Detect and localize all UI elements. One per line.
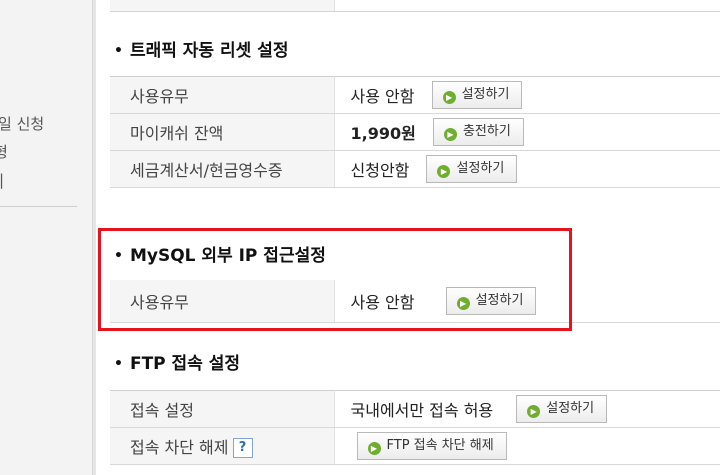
arrow-circle-icon: ▶ xyxy=(437,165,451,178)
mycash-balance-value: 1,990원 xyxy=(350,124,416,143)
row-value-cell: ▶ FTP 접속 차단 해제 xyxy=(334,427,720,465)
traffic-setting-button[interactable]: ▶ 설정하기 xyxy=(431,81,523,109)
row-label: 마이캐쉬 잔액 xyxy=(110,113,335,151)
section-title-ftp: • FTP 접속 설정 xyxy=(114,354,241,374)
row-label: 사용유무 xyxy=(110,76,335,114)
table-row: 접속 차단 해제? ▶ FTP 접속 차단 해제 xyxy=(110,427,720,465)
tax-invoice-setting-button[interactable]: ▶ 설정하기 xyxy=(426,155,518,183)
sidebar-item-type[interactable]: 형 xyxy=(0,143,8,161)
arrow-circle-icon: ▶ xyxy=(442,91,456,104)
table-row: 세금계산서/현금영수증 신청안함 ▶ 설정하기 xyxy=(110,150,720,188)
mysql-access-table: 사용유무 사용 안함 ▶ 설정하기 xyxy=(110,280,720,323)
ftp-unblock-label: 접속 차단 해제 xyxy=(130,437,229,457)
tax-invoice-value: 신청안함 xyxy=(350,161,410,180)
row-label: 사용유무 xyxy=(110,280,335,323)
previous-table-edge xyxy=(110,0,720,12)
arrow-circle-icon: ▶ xyxy=(367,442,381,455)
left-sidebar: 일 신청 형 | xyxy=(0,0,93,475)
sidebar-divider xyxy=(0,206,77,207)
ftp-settings-table: 접속 설정 국내에서만 접속 허용 ▶ 설정하기 접속 차단 해제? ▶ FTP 접… xyxy=(110,390,720,465)
mysql-status-value: 사용 안함 xyxy=(350,292,415,312)
bullet-icon: • xyxy=(114,356,123,372)
row-label: 접속 설정 xyxy=(110,390,335,428)
row-value-cell: 신청안함 ▶ 설정하기 xyxy=(334,150,720,188)
arrow-circle-icon: ▶ xyxy=(443,128,457,141)
row-value-cell: 사용 안함 ▶ 설정하기 xyxy=(334,76,720,114)
help-icon[interactable]: ? xyxy=(232,438,253,459)
bullet-icon: • xyxy=(114,43,123,59)
usage-status-value: 사용 안함 xyxy=(350,87,415,106)
row-value-cell: 사용 안함 ▶ 설정하기 xyxy=(334,280,720,323)
arrow-circle-icon: ▶ xyxy=(456,296,470,310)
table-row: 마이캐쉬 잔액 1,990원 ▶ 충전하기 xyxy=(110,113,720,151)
ftp-unblock-button[interactable]: ▶ FTP 접속 차단 해제 xyxy=(356,432,507,460)
mysql-setting-button[interactable]: ▶ 설정하기 xyxy=(445,286,537,315)
sidebar-item-truncated[interactable]: | xyxy=(0,171,4,189)
arrow-circle-icon: ▶ xyxy=(527,405,541,418)
section-title-mysql: • MySQL 외부 IP 접근설정 xyxy=(114,246,326,266)
table-row: 사용유무 사용 안함 ▶ 설정하기 xyxy=(110,280,720,323)
sidebar-scrollbar[interactable] xyxy=(93,0,96,475)
traffic-reset-table: 사용유무 사용 안함 ▶ 설정하기 마이캐쉬 잔액 1,990원 ▶ 충전하기 세금… xyxy=(110,76,720,188)
table-row: 접속 설정 국내에서만 접속 허용 ▶ 설정하기 xyxy=(110,390,720,428)
bullet-icon: • xyxy=(114,248,123,264)
ftp-access-value: 국내에서만 접속 허용 xyxy=(350,401,494,420)
row-label: 세금계산서/현금영수증 xyxy=(110,150,335,188)
charge-button[interactable]: ▶ 충전하기 xyxy=(432,118,524,146)
row-value-cell: 국내에서만 접속 허용 ▶ 설정하기 xyxy=(334,390,720,428)
table-row: 사용유무 사용 안함 ▶ 설정하기 xyxy=(110,76,720,114)
ftp-setting-button[interactable]: ▶ 설정하기 xyxy=(516,395,608,423)
row-label: 접속 차단 해제? xyxy=(110,427,335,465)
sidebar-item-apply[interactable]: 일 신청 xyxy=(0,115,44,133)
section-title-traffic-reset: • 트래픽 자동 리셋 설정 xyxy=(114,41,289,61)
row-value-cell: 1,990원 ▶ 충전하기 xyxy=(334,113,720,151)
